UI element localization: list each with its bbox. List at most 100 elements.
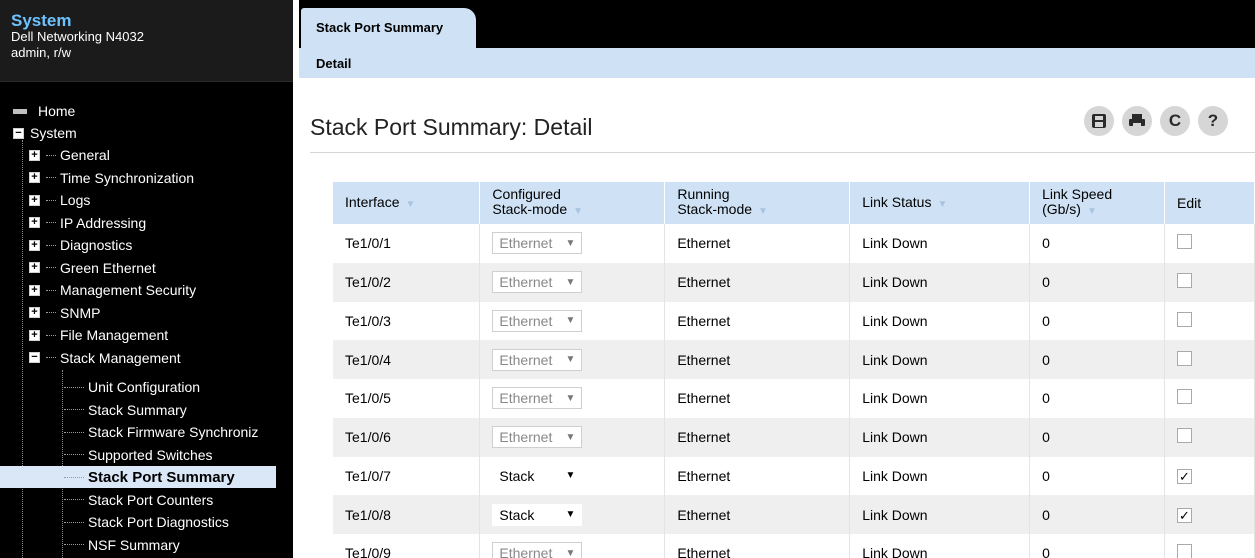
- nav-system-label: System: [30, 125, 77, 141]
- tree-line: [22, 140, 23, 558]
- help-icon[interactable]: ?: [1198, 106, 1228, 136]
- cell-link-status: Link Down: [849, 224, 1031, 263]
- nav-group-label: IP Addressing: [60, 214, 147, 231]
- collapse-icon[interactable]: −: [13, 127, 24, 139]
- print-icon[interactable]: [1122, 106, 1152, 136]
- sort-icon[interactable]: ▼: [937, 199, 947, 210]
- save-icon[interactable]: [1084, 106, 1114, 136]
- nav-group-label: File Management: [60, 327, 169, 343]
- cell-link-status: Link Down: [849, 417, 1031, 457]
- edit-checkbox[interactable]: [1177, 311, 1192, 327]
- cell-link-status: Link Down: [849, 340, 1031, 379]
- nav-item-label: Stack Port Counters: [88, 491, 214, 508]
- stack-mode-select[interactable]: Ethernet ▼: [492, 542, 583, 558]
- nav-group-label: Logs: [60, 192, 91, 208]
- stack-mode-value: Ethernet: [499, 274, 553, 291]
- edit-checkbox[interactable]: [1177, 428, 1192, 444]
- sort-icon[interactable]: ▼: [758, 206, 768, 217]
- expand-icon[interactable]: +: [29, 217, 40, 228]
- nav-item-nsf-summary[interactable]: NSF Summary: [64, 534, 180, 556]
- expand-icon[interactable]: +: [29, 149, 40, 161]
- expand-icon[interactable]: +: [29, 172, 40, 183]
- nav-item-label: Stack Summary: [88, 401, 187, 418]
- nav-group-stack-management[interactable]: − Stack Management: [29, 347, 181, 369]
- edit-checkbox[interactable]: [1177, 544, 1192, 558]
- collapse-icon[interactable]: −: [29, 352, 40, 363]
- expand-icon[interactable]: +: [29, 239, 40, 251]
- nav-group-diagnostics[interactable]: + Diagnostics: [29, 234, 132, 256]
- edit-checkbox[interactable]: ✓: [1177, 507, 1192, 523]
- edit-checkbox[interactable]: ✓: [1177, 468, 1192, 484]
- col-link-speed[interactable]: Link Speed (Gb/s) ▼: [1029, 182, 1165, 224]
- cell-link-speed: 0: [1029, 417, 1165, 457]
- col-link-status[interactable]: Link Status ▼: [849, 182, 1031, 224]
- stack-mode-select[interactable]: Stack ▼: [492, 464, 583, 487]
- chevron-down-icon: ▼: [565, 237, 576, 249]
- stack-mode-value: Ethernet: [499, 429, 553, 446]
- expand-icon[interactable]: +: [29, 307, 40, 318]
- col-interface[interactable]: Interface ▼: [333, 182, 481, 224]
- nav-group-green-ethernet[interactable]: + Green Ethernet: [29, 257, 156, 279]
- cell-running: Ethernet: [664, 417, 851, 457]
- edit-checkbox[interactable]: [1177, 273, 1192, 289]
- nav-item-stack-port-summary[interactable]: Stack Port Summary: [0, 466, 276, 488]
- stack-mode-select[interactable]: Ethernet ▼: [492, 348, 583, 371]
- nav-item-unit-configuration[interactable]: Unit Configuration: [64, 376, 200, 398]
- col-running-label-1: Running: [677, 186, 730, 202]
- edit-checkbox[interactable]: [1177, 350, 1192, 366]
- cell-link-status: Link Down: [849, 495, 1031, 534]
- stack-mode-value: Ethernet: [499, 351, 553, 368]
- cell-running: Ethernet: [664, 534, 851, 558]
- nav-item-stack-firmware-synchroniz[interactable]: Stack Firmware Synchroniz: [64, 421, 258, 443]
- cell-interface: Te1/0/1: [333, 224, 481, 263]
- col-running-stack-mode[interactable]: Running Stack-mode ▼: [664, 182, 851, 224]
- stack-mode-select[interactable]: Ethernet ▼: [492, 309, 583, 332]
- nav-group-label: General: [60, 147, 110, 163]
- nav-group-logs[interactable]: + Logs: [29, 189, 90, 211]
- edit-checkbox[interactable]: [1177, 234, 1192, 250]
- expand-icon[interactable]: +: [29, 284, 40, 296]
- nav-group-label: SNMP: [60, 304, 101, 321]
- nav-item-label: Stack Port Diagnostics: [88, 514, 229, 530]
- stack-mode-select[interactable]: Ethernet ▼: [492, 232, 583, 255]
- stack-mode-select[interactable]: Ethernet ▼: [492, 426, 583, 449]
- nav-item-supported-switches[interactable]: Supported Switches: [64, 444, 213, 466]
- nav-group-file-management[interactable]: + File Management: [29, 324, 168, 346]
- expand-icon[interactable]: +: [29, 329, 40, 341]
- cell-edit: ✓: [1164, 495, 1255, 534]
- edit-checkbox[interactable]: [1177, 389, 1192, 405]
- sort-icon[interactable]: ▼: [405, 199, 415, 210]
- stack-mode-value: Ethernet: [499, 545, 553, 558]
- expand-icon[interactable]: +: [29, 194, 40, 206]
- nav-item-stack-port-diagnostics[interactable]: Stack Port Diagnostics: [64, 511, 229, 533]
- subtab-detail[interactable]: Detail: [316, 56, 351, 71]
- stack-mode-select[interactable]: Ethernet ▼: [492, 387, 583, 410]
- expand-icon[interactable]: +: [29, 262, 40, 273]
- nav-item-stack-port-counters[interactable]: Stack Port Counters: [64, 489, 213, 511]
- sort-icon[interactable]: ▼: [573, 206, 583, 217]
- stack-mode-select[interactable]: Ethernet ▼: [492, 271, 583, 294]
- nav-group-time-synchronization[interactable]: + Time Synchronization: [29, 167, 194, 189]
- tree-connector: [64, 431, 84, 433]
- save-icon-glyph: [1092, 114, 1106, 128]
- nav-group-general[interactable]: + General: [29, 144, 110, 166]
- tree-connector: [64, 476, 84, 478]
- nav-group-snmp[interactable]: + SNMP: [29, 302, 100, 324]
- col-configured-stack-mode[interactable]: Configured Stack-mode ▼: [479, 182, 666, 224]
- refresh-icon[interactable]: C: [1160, 106, 1190, 136]
- tree-connector: [46, 199, 56, 201]
- tab-stack-port-summary[interactable]: Stack Port Summary: [301, 8, 476, 48]
- stack-mode-select[interactable]: Stack ▼: [492, 503, 583, 526]
- nav-item-stack-summary[interactable]: Stack Summary: [64, 399, 187, 421]
- nav-group-management-security[interactable]: + Management Security: [29, 279, 196, 301]
- nav-item-label: Unit Configuration: [88, 379, 201, 395]
- chevron-down-icon: ▼: [565, 315, 576, 327]
- nav-system[interactable]: − System: [13, 122, 77, 144]
- nav-group-ip-addressing[interactable]: + IP Addressing: [29, 212, 146, 234]
- cell-configured: Stack ▼: [479, 456, 666, 496]
- tree-connector: [46, 334, 56, 336]
- sort-icon[interactable]: ▼: [1087, 206, 1097, 217]
- tree-line: [62, 370, 63, 558]
- app-frame: System Dell Networking N4032 admin, r/w …: [0, 0, 1255, 558]
- nav-home[interactable]: Home: [13, 100, 75, 122]
